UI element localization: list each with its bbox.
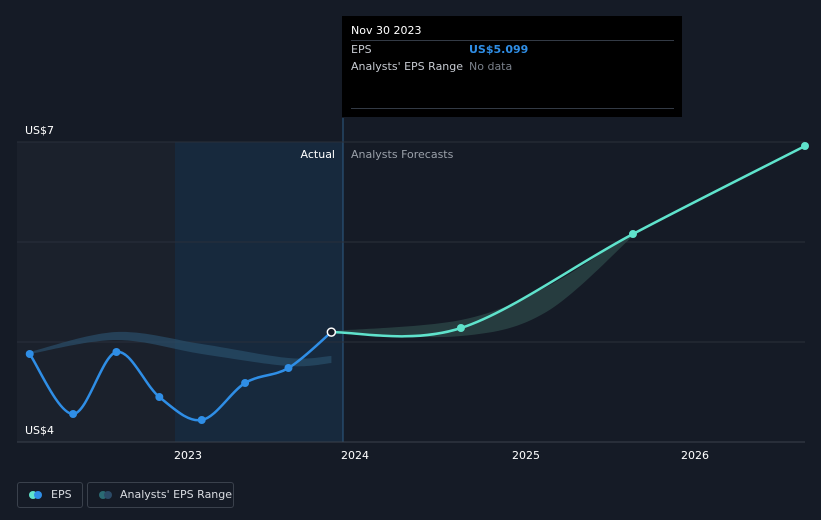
eps-actual-point xyxy=(155,393,164,401)
eps-range-band xyxy=(331,232,633,338)
x-tick-label-2025: 2025 xyxy=(512,449,540,462)
x-tick-label-2024: 2024 xyxy=(341,449,369,462)
x-tick-label-2026: 2026 xyxy=(681,449,709,462)
eps-actual-point xyxy=(197,416,206,424)
tooltip-eps-value: US$5.099 xyxy=(469,43,529,56)
tooltip-eps-label: EPS xyxy=(351,43,372,56)
y-tick-label-top: US$7 xyxy=(25,124,55,137)
eps-forecast-line xyxy=(331,144,806,338)
forecast-label: Analysts Forecasts xyxy=(351,148,454,161)
eps-actual-point xyxy=(69,410,78,418)
eps-actual-point xyxy=(241,379,250,387)
recent-past-highlight-region xyxy=(175,142,343,442)
x-tick-label-2023: 2023 xyxy=(174,449,202,462)
tooltip-divider xyxy=(351,108,674,109)
eps-forecast-point xyxy=(801,142,809,150)
eps-actual-point xyxy=(284,364,293,372)
legend-range-toggle[interactable]: Analysts' EPS Range xyxy=(87,482,234,508)
tooltip-range-row: Analysts' EPS Range No data xyxy=(351,58,674,76)
legend-eps-label: EPS xyxy=(51,488,72,501)
y-tick-label-bottom: US$4 xyxy=(25,424,55,437)
past-shade-region xyxy=(17,142,175,442)
eps-actual-point xyxy=(112,348,121,356)
actual-label: Actual xyxy=(300,148,335,161)
tooltip-range-label: Analysts' EPS Range xyxy=(351,60,464,73)
eps-actual-point xyxy=(25,350,34,358)
eps-actual-point xyxy=(326,327,337,337)
data-tooltip: Nov 30 2023 EPS US$5.099 Analysts' EPS R… xyxy=(342,16,682,117)
tooltip-range-value: No data xyxy=(469,60,513,73)
tooltip-eps-row: EPS US$5.099 xyxy=(351,40,674,59)
eps-forecast-point xyxy=(456,324,465,332)
eps-forecast-point xyxy=(628,230,637,238)
tooltip-date: Nov 30 2023 xyxy=(351,24,422,37)
legend-eps-toggle[interactable]: EPS xyxy=(17,482,83,508)
legend-range-label: Analysts' EPS Range xyxy=(120,488,233,501)
